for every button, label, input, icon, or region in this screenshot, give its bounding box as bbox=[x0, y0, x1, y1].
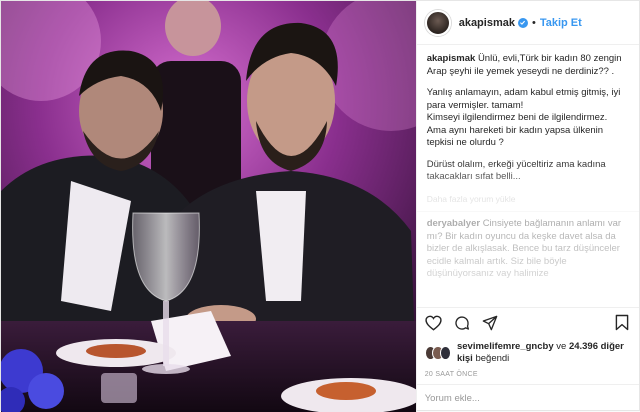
caption-paragraph-2: Dürüst olalım, erkeği yüceltiriz ama kad… bbox=[426, 158, 606, 183]
comment-username[interactable]: deryabalyer bbox=[427, 218, 480, 229]
likes-suffix: beğendi bbox=[475, 353, 510, 364]
comment-item: deryabalyer Cinsiyete bağlamanın anlamı … bbox=[427, 218, 629, 281]
likes-connector: ve bbox=[556, 341, 567, 352]
bookmark-icon[interactable] bbox=[613, 314, 631, 332]
add-comment-bar bbox=[416, 384, 639, 412]
header-separator: • bbox=[531, 16, 536, 29]
action-bar bbox=[416, 307, 639, 337]
likes-text: sevimelifemre_gncby ve 24.396 diğer kişi… bbox=[457, 341, 631, 365]
post-header: akapismak • Takip Et bbox=[416, 1, 639, 45]
load-more-comments-link[interactable]: Daha fazla yorum yükle bbox=[427, 193, 629, 206]
comment-bubble-icon[interactable] bbox=[453, 314, 471, 332]
comments-area[interactable]: akapismak Ünlü, evli,Türk bir kadın 80 z… bbox=[416, 45, 639, 307]
caption-paragraph-1: Yanlış anlamayın, adam kabul etmiş gitmi… bbox=[426, 87, 621, 148]
caption-username[interactable]: akapismak bbox=[427, 53, 476, 64]
liker-username[interactable]: sevimelifemre_gncby bbox=[457, 341, 554, 352]
share-plane-icon[interactable] bbox=[481, 314, 499, 332]
divider bbox=[416, 211, 639, 212]
post-timestamp[interactable]: 20 SAAT ÖNCE bbox=[417, 369, 639, 384]
likes-summary: sevimelifemre_gncby ve 24.396 diğer kişi… bbox=[417, 337, 639, 369]
post-sidebar: akapismak • Takip Et akapismak Ünlü, evl… bbox=[415, 1, 639, 412]
profile-avatar[interactable] bbox=[424, 9, 451, 36]
instagram-post: akapismak • Takip Et akapismak Ünlü, evl… bbox=[0, 0, 640, 412]
liker-avatar[interactable] bbox=[439, 346, 451, 360]
caption-first-line: akapismak Ünlü, evli,Türk bir kadın 80 z… bbox=[427, 53, 629, 78]
verified-badge-icon bbox=[517, 17, 528, 28]
post-caption: akapismak Ünlü, evli,Türk bir kadın 80 z… bbox=[427, 53, 629, 184]
post-photo-illustration bbox=[1, 1, 416, 412]
follow-button[interactable]: Takip Et bbox=[540, 17, 582, 29]
add-comment-input[interactable] bbox=[424, 393, 631, 404]
heart-icon[interactable] bbox=[425, 314, 443, 332]
header-username[interactable]: akapismak bbox=[459, 17, 515, 29]
post-photo[interactable] bbox=[1, 1, 416, 412]
